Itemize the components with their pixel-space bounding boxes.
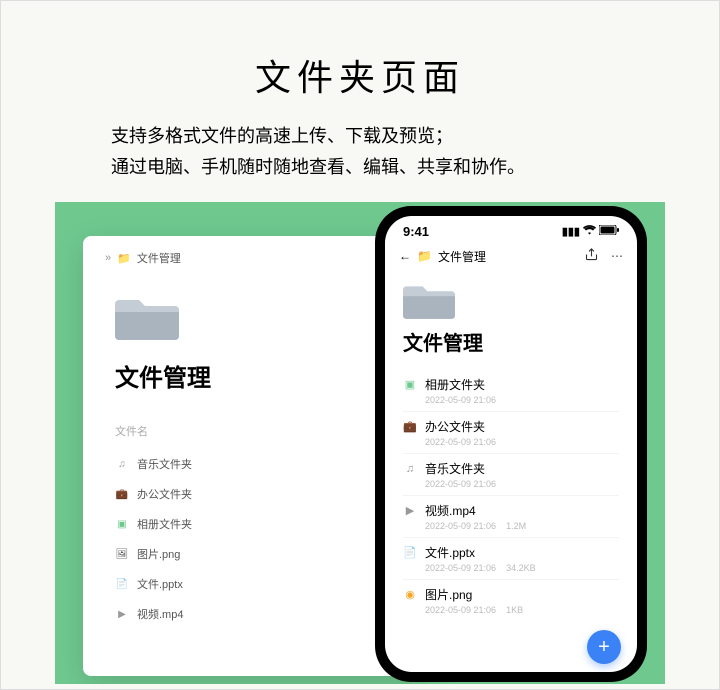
more-icon[interactable]: ⋯ [611, 249, 623, 263]
column-header-name[interactable]: 文件名 [115, 423, 411, 439]
back-icon[interactable]: ← [399, 249, 411, 263]
list-item[interactable]: ▣ 相册文件夹 [115, 509, 411, 539]
file-name: 音乐文件夹 [425, 460, 485, 477]
album-icon: ▣ [115, 517, 129, 531]
file-date: 2022-05-09 21:06 [425, 479, 496, 489]
folder-large-icon [115, 294, 179, 342]
file-date: 2022-05-09 21:06 [425, 605, 496, 615]
video-icon: ▶ [115, 607, 129, 621]
list-item[interactable]: 🖼 图片.png [115, 539, 411, 569]
file-name: 图片.png [137, 546, 180, 562]
file-size: 1.2M [506, 521, 526, 531]
list-item[interactable]: ▶ 视频.mp4 2022-05-09 21:06 1.2M [403, 495, 619, 537]
list-item[interactable]: ◉ 图片.png 2022-05-09 21:06 1KB [403, 579, 619, 621]
phone-title: 文件管理 [403, 327, 619, 356]
list-item[interactable]: ▣ 相册文件夹 2022-05-09 21:06 [403, 370, 619, 411]
file-name: 办公文件夹 [425, 418, 485, 435]
document-icon: 📄 [403, 546, 417, 560]
desktop-title: 文件管理 [115, 358, 411, 393]
briefcase-icon: 💼 [115, 487, 129, 501]
list-item[interactable]: ♫ 音乐文件夹 2022-05-09 21:06 [403, 453, 619, 495]
share-icon[interactable] [584, 247, 599, 265]
file-date: 2022-05-09 21:06 [425, 563, 496, 573]
hero-line-1: 支持多格式文件的高速上传、下载及预览； [111, 121, 609, 152]
hero-subtitle: 支持多格式文件的高速上传、下载及预览； 通过电脑、手机随时随地查看、编辑、共享和… [1, 121, 719, 202]
document-icon: 📄 [115, 577, 129, 591]
add-button[interactable]: + [587, 630, 621, 664]
status-time: 9:41 [403, 224, 429, 239]
wifi-icon [583, 225, 596, 238]
desktop-file-list: ♫ 音乐文件夹 💼 办公文件夹 ▣ 相册文件夹 🖼 图片.png 📄 文件.pptx ▶ 视… [115, 449, 411, 629]
chevron-icon: » [105, 252, 111, 264]
file-size: 1KB [506, 605, 523, 615]
album-icon: ▣ [403, 378, 417, 392]
battery-icon [599, 225, 619, 238]
list-item[interactable]: ♫ 音乐文件夹 [115, 449, 411, 479]
hero-line-2: 通过电脑、手机随时随地查看、编辑、共享和协作。 [111, 152, 609, 183]
file-name: 文件.pptx [137, 576, 183, 592]
list-item[interactable]: 💼 办公文件夹 [115, 479, 411, 509]
phone-file-list: ▣ 相册文件夹 2022-05-09 21:06 💼 办公文件夹 2022-05-0… [385, 370, 637, 621]
phone-frame: 9:41 ▮▮▮ ← 📁 文件管理 [375, 206, 647, 682]
phone-screen: 9:41 ▮▮▮ ← 📁 文件管理 [385, 216, 637, 672]
status-bar: 9:41 ▮▮▮ [385, 216, 637, 241]
signal-icon: ▮▮▮ [562, 225, 580, 238]
folder-icon: 📁 [117, 252, 131, 265]
breadcrumb-label: 文件管理 [137, 250, 181, 266]
file-size: 34.2KB [506, 563, 536, 573]
file-name: 图片.png [425, 586, 472, 603]
file-name: 视频.mp4 [425, 502, 476, 519]
hero-title: 文件夹页面 [1, 1, 719, 121]
briefcase-icon: 💼 [403, 420, 417, 434]
list-item[interactable]: 📄 文件.pptx 2022-05-09 21:06 34.2KB [403, 537, 619, 579]
file-date: 2022-05-09 21:06 [425, 521, 496, 531]
file-date: 2022-05-09 21:06 [425, 437, 496, 447]
plus-icon: + [598, 636, 610, 659]
file-name: 音乐文件夹 [137, 456, 192, 472]
list-item[interactable]: 💼 办公文件夹 2022-05-09 21:06 [403, 411, 619, 453]
list-item[interactable]: ▶ 视频.mp4 [115, 599, 411, 629]
file-name: 视频.mp4 [137, 606, 183, 622]
music-icon: ♫ [403, 462, 417, 476]
music-icon: ♫ [115, 457, 129, 471]
preview-canvas: » 📁 文件管理 文件管理 文件名 ♫ 音乐文件夹 💼 办公文件夹 ▣ 相册文件夹 🖼… [55, 202, 665, 684]
image-icon: 🖼 [115, 547, 129, 561]
file-name: 办公文件夹 [137, 486, 192, 502]
folder-icon: 📁 [417, 249, 432, 263]
video-icon: ▶ [403, 504, 417, 518]
folder-large-icon [403, 281, 455, 321]
image-icon: ◉ [403, 588, 417, 602]
list-item[interactable]: 📄 文件.pptx [115, 569, 411, 599]
desktop-breadcrumb[interactable]: » 📁 文件管理 [105, 250, 411, 266]
file-name: 相册文件夹 [137, 516, 192, 532]
file-name: 文件.pptx [425, 544, 475, 561]
file-date: 2022-05-09 21:06 [425, 395, 496, 405]
phone-nav-bar: ← 📁 文件管理 ⋯ [385, 241, 637, 271]
file-name: 相册文件夹 [425, 376, 485, 393]
nav-title: 文件管理 [438, 248, 486, 265]
